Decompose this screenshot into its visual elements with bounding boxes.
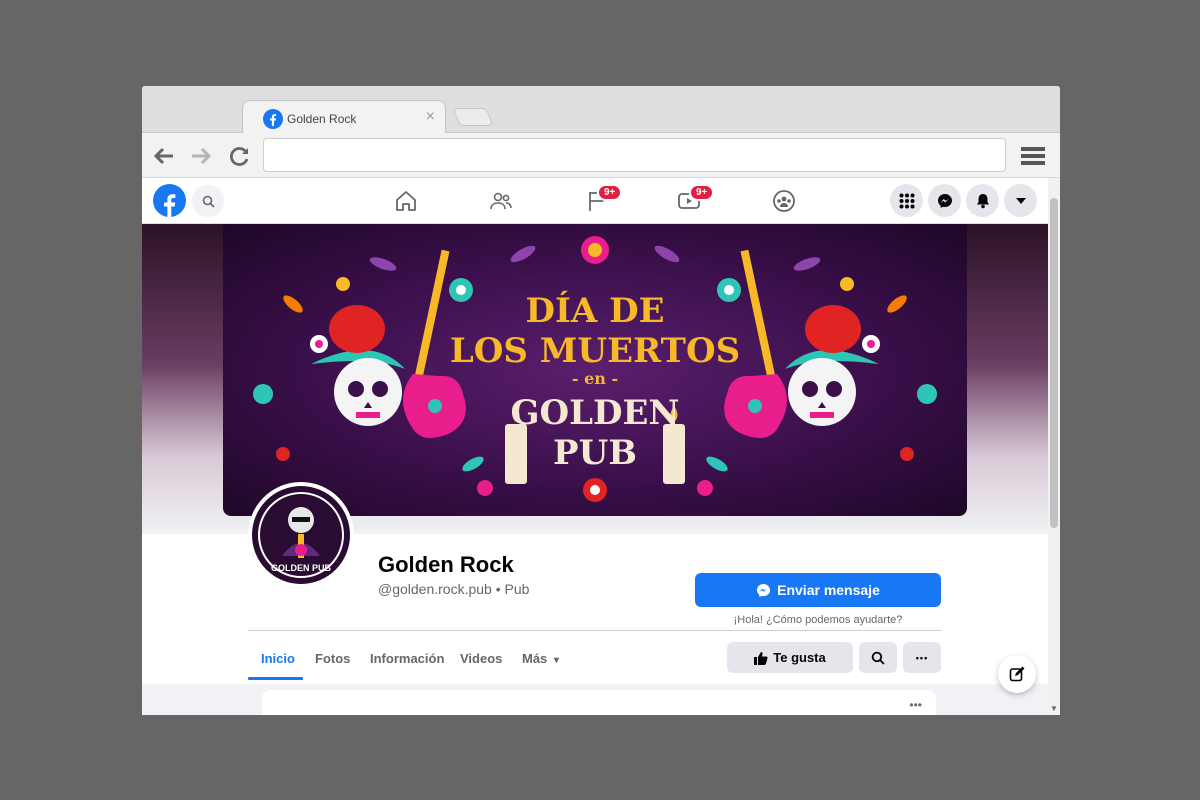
- friends-icon[interactable]: [489, 189, 513, 213]
- browser-menu-icon[interactable]: [1021, 147, 1045, 165]
- browser-toolbar: [142, 133, 1060, 178]
- cover-line-3: - en -: [572, 369, 618, 388]
- message-hint: ¡Hola! ¿Cómo podemos ayudarte?: [733, 614, 903, 626]
- more-options-button[interactable]: •••: [903, 642, 941, 673]
- page-search-button[interactable]: [859, 642, 897, 673]
- address-bar[interactable]: [263, 138, 1006, 172]
- caret-down-icon: ▾: [553, 655, 559, 666]
- grid-menu-icon: [899, 193, 914, 208]
- chevron-down-icon: [1015, 197, 1026, 204]
- avatar-text: GOLDEN PUB: [271, 563, 332, 573]
- right-skull-icon: [785, 305, 879, 426]
- tab-inicio[interactable]: Inicio: [261, 651, 295, 666]
- messenger-button[interactable]: [928, 184, 961, 217]
- active-tab-indicator: [248, 677, 303, 680]
- scroll-down-icon[interactable]: ▼: [1050, 704, 1058, 713]
- facebook-favicon-icon: [263, 109, 283, 129]
- messenger-icon: [937, 193, 952, 208]
- search-icon: [202, 195, 215, 208]
- page-handle: @golden.rock.pub • Pub: [378, 581, 530, 597]
- forward-arrow-icon[interactable]: [190, 146, 212, 166]
- cover-line-2: LOS MUERTOS: [450, 331, 740, 371]
- tab-title: Golden Rock: [287, 112, 357, 126]
- cover-photo[interactable]: DÍA DE LOS MUERTOS - en - GOLDEN PUB: [223, 224, 967, 516]
- back-arrow-icon[interactable]: [153, 146, 175, 166]
- page-title: Golden Rock: [378, 552, 514, 577]
- send-message-label: Enviar mensaje: [777, 582, 880, 598]
- golden-pub-logo-icon: GOLDEN PUB: [252, 486, 350, 584]
- home-icon[interactable]: [394, 189, 418, 213]
- like-button[interactable]: Te gusta: [727, 642, 853, 673]
- profile-avatar[interactable]: GOLDEN PUB: [248, 482, 354, 588]
- browser-window: Golden Rock × 9+ 9+ DÍA DE LOS MUERTOS -…: [142, 86, 1060, 715]
- pages-nav[interactable]: 9+: [585, 184, 623, 213]
- tab-mas[interactable]: Más ▾: [522, 651, 559, 666]
- send-message-button[interactable]: Enviar mensaje: [695, 573, 941, 607]
- messenger-icon: [757, 583, 771, 597]
- new-message-button[interactable]: [998, 655, 1036, 693]
- tab-informacion[interactable]: Información: [370, 651, 444, 666]
- profile-divider: [248, 630, 942, 631]
- facebook-top-nav: 9+ 9+: [142, 178, 1048, 224]
- close-tab-icon[interactable]: ×: [426, 108, 435, 126]
- pages-badge: 9+: [597, 184, 623, 201]
- menu-grid-button[interactable]: [890, 184, 923, 217]
- search-icon: [871, 651, 885, 665]
- like-label: Te gusta: [773, 650, 826, 665]
- groups-icon[interactable]: [772, 189, 796, 213]
- tab-mas-label: Más: [522, 651, 548, 666]
- facebook-logo-icon[interactable]: [153, 184, 186, 217]
- tab-strip: Golden Rock ×: [142, 86, 1060, 134]
- cover-line-4: GOLDEN: [510, 393, 679, 433]
- tab-fotos[interactable]: Fotos: [315, 651, 350, 666]
- new-tab-button[interactable]: [452, 108, 494, 126]
- scroll-thumb[interactable]: [1050, 198, 1058, 528]
- cover-illustration: DÍA DE LOS MUERTOS - en - GOLDEN PUB: [253, 236, 937, 502]
- cover-line-5: PUB: [553, 433, 637, 473]
- post-options-icon[interactable]: •••: [909, 698, 922, 712]
- thumbs-up-icon: [754, 651, 768, 665]
- account-menu-button[interactable]: [1004, 184, 1037, 217]
- reload-icon[interactable]: [229, 146, 251, 166]
- browser-tab[interactable]: Golden Rock ×: [242, 100, 446, 134]
- tab-videos[interactable]: Videos: [460, 651, 502, 666]
- more-dots-icon: •••: [915, 652, 929, 663]
- watch-nav[interactable]: 9+: [677, 184, 715, 213]
- left-skull-icon: [311, 305, 405, 426]
- post-card: •••: [262, 690, 936, 715]
- search-button[interactable]: [192, 185, 224, 217]
- watch-badge: 9+: [689, 184, 715, 201]
- notifications-button[interactable]: [966, 184, 999, 217]
- page-scrollbar[interactable]: ▼: [1048, 178, 1060, 715]
- compose-icon: [1009, 666, 1025, 682]
- page-viewport: 9+ 9+ DÍA DE LOS MUERTOS - en - GOLDEN P…: [142, 178, 1048, 715]
- profile-header: GOLDEN PUB Golden Rock @golden.rock.pub …: [142, 482, 1048, 715]
- cover-line-1: DÍA DE: [525, 290, 664, 331]
- bell-icon: [976, 193, 989, 208]
